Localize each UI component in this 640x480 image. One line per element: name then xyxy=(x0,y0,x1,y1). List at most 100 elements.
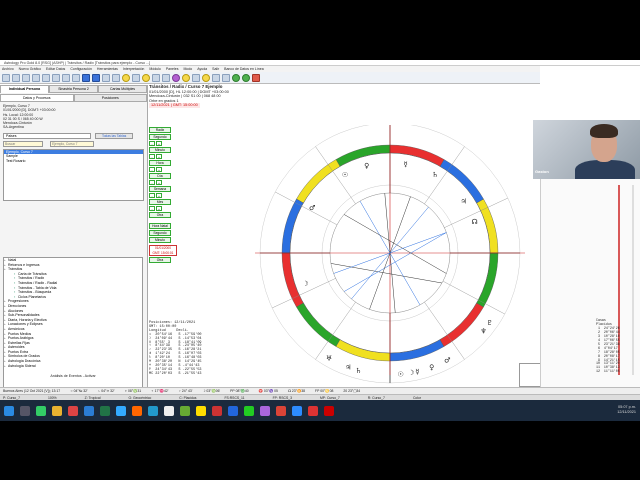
tab-posiciones[interactable]: Posiciones xyxy=(73,94,147,102)
step-fwd[interactable]: + xyxy=(156,141,162,146)
new-chart-icon[interactable] xyxy=(2,73,10,82)
min-fwd[interactable]: + xyxy=(156,154,162,159)
search-input[interactable]: Buscar xyxy=(3,140,43,147)
hour-button[interactable]: Hora xyxy=(149,160,171,166)
next-icon[interactable] xyxy=(232,73,240,82)
month-fwd[interactable]: + xyxy=(156,206,162,211)
planet-glyph: ♀ xyxy=(364,162,369,170)
planet-glyph: ☉ xyxy=(397,371,403,379)
hour-fwd[interactable]: + xyxy=(156,167,162,172)
natal-hour-button[interactable]: Hora Natal xyxy=(149,223,171,229)
star-icon[interactable] xyxy=(142,73,150,82)
app4-icon[interactable] xyxy=(132,405,142,416)
other-button[interactable]: Otra xyxy=(149,212,171,218)
bulb-icon[interactable] xyxy=(182,73,190,82)
planet-glyph: ♇ xyxy=(487,319,493,327)
planet-glyph: ☊ xyxy=(471,218,477,226)
event-analysis-button[interactable]: Análisis de Eventos - Activar xyxy=(3,372,143,381)
excel-icon[interactable] xyxy=(100,405,110,416)
list-item[interactable]: Test Rosario xyxy=(4,159,143,163)
tab-sinastria[interactable]: Sinastria Persona 2 xyxy=(49,85,98,93)
month-button[interactable]: Mes xyxy=(149,199,171,205)
person-data: Ejemplo, Curso 7 01/01/2000 [D], DGMT: +0… xyxy=(3,104,144,130)
radix-button[interactable]: Radix xyxy=(149,127,171,133)
app8-icon[interactable] xyxy=(228,405,238,416)
minute-button[interactable]: Minuto xyxy=(149,147,171,153)
help-icon[interactable] xyxy=(202,73,210,82)
app2-icon[interactable] xyxy=(68,405,78,416)
houses-table: Casas Placidus 1 24°24'26 2 20°06'44 3 1… xyxy=(596,318,620,374)
planet-glyph: ☽ xyxy=(408,369,414,377)
all-tables-button[interactable]: Todas las Tablas xyxy=(95,132,134,139)
whatsapp-icon[interactable] xyxy=(244,405,254,416)
app-icon[interactable] xyxy=(36,405,46,416)
word-icon[interactable] xyxy=(84,405,94,416)
wheel-icon[interactable] xyxy=(82,73,90,82)
astro-wheel[interactable]: ☉ ☽ ☿♀♂♃ ♄♅♆♇☊♃♄☿♀☉♂☽ xyxy=(250,125,530,385)
planet-glyph: ☿ xyxy=(415,368,419,376)
countries-combo[interactable]: Paises xyxy=(3,132,91,139)
other2-button[interactable]: Otra xyxy=(149,257,171,263)
print-icon[interactable] xyxy=(32,73,40,82)
app7-icon[interactable] xyxy=(196,405,206,416)
copy-icon[interactable] xyxy=(42,73,50,82)
app6-icon[interactable] xyxy=(180,405,190,416)
app11-icon[interactable] xyxy=(324,405,334,416)
planet-glyph: ♆ xyxy=(480,327,486,335)
day-back[interactable]: - xyxy=(149,180,155,185)
list-icon[interactable] xyxy=(102,73,110,82)
telegram-icon[interactable] xyxy=(148,405,158,416)
aspect-icon[interactable] xyxy=(162,73,170,82)
sun-icon[interactable] xyxy=(122,73,130,82)
folder-icon[interactable] xyxy=(52,405,62,416)
settings-icon[interactable] xyxy=(192,73,200,82)
tab-individual[interactable]: Individual Persona xyxy=(0,85,49,93)
moon-icon[interactable] xyxy=(132,73,140,82)
stop-icon[interactable] xyxy=(252,73,260,82)
save-icon[interactable] xyxy=(22,73,30,82)
month-back[interactable]: - xyxy=(149,206,155,211)
start-icon[interactable] xyxy=(4,405,14,416)
app5-icon[interactable] xyxy=(164,405,174,416)
day-fwd[interactable]: + xyxy=(156,180,162,185)
webcam-label: Gaston xyxy=(535,169,549,174)
second-button[interactable]: Segundo xyxy=(149,134,171,140)
app9-icon[interactable] xyxy=(260,405,270,416)
tree-item[interactable]: Astrología Sideral xyxy=(4,364,142,369)
zoom-out-icon[interactable] xyxy=(72,73,80,82)
tab-multiples[interactable]: Cartas Múltiples xyxy=(98,85,147,93)
chart-header: Tránsitos / Radix / Curso 7 Ejemplo 01/0… xyxy=(149,84,289,108)
filezilla-icon[interactable] xyxy=(212,405,222,416)
week-fwd[interactable]: + xyxy=(156,193,162,198)
edit-icon[interactable] xyxy=(52,73,60,82)
play-icon[interactable] xyxy=(242,73,250,82)
week-button[interactable]: Semana xyxy=(149,186,171,192)
search-icon[interactable] xyxy=(20,405,30,416)
zoom-icon[interactable] xyxy=(292,405,302,416)
min-back[interactable]: - xyxy=(149,154,155,159)
table-icon[interactable] xyxy=(112,73,120,82)
refresh-icon[interactable] xyxy=(222,73,230,82)
selected-name-field[interactable]: Ejemplo, Curso 7 xyxy=(50,140,95,147)
zoom-in-icon[interactable] xyxy=(62,73,70,82)
status-bar: Buenos Aires (12 Oct 2021 [V]); 13:17 ♃ 0… xyxy=(0,387,640,394)
tab-datos-procesos[interactable]: Datos y Procesos xyxy=(0,94,74,102)
taskbar: 05:07 p.m. 12/11/2021 xyxy=(0,400,640,421)
week-back[interactable]: - xyxy=(149,193,155,198)
chrome-icon[interactable] xyxy=(276,405,286,416)
app10-icon[interactable] xyxy=(308,405,318,416)
natal-datetime[interactable]: 01/01/2000 GMT: 15:00:01 xyxy=(149,245,177,256)
step-back[interactable]: - xyxy=(149,141,155,146)
planet-glyph: ♅ xyxy=(326,355,332,363)
day-button[interactable]: Día xyxy=(149,173,171,179)
color-icon[interactable] xyxy=(172,73,180,82)
info-icon[interactable] xyxy=(212,73,220,82)
planet-icon[interactable] xyxy=(152,73,160,82)
hour-back[interactable]: - xyxy=(149,167,155,172)
minute2-button[interactable]: Minuto xyxy=(149,237,171,243)
transit-positions: Posiciones: 12/11/2021 GMT: 15:00:00 Lon… xyxy=(149,321,202,376)
app3-icon[interactable] xyxy=(116,405,126,416)
second2-button[interactable]: Segundo xyxy=(149,230,171,236)
open-icon[interactable] xyxy=(12,73,20,82)
grid-icon[interactable] xyxy=(92,73,100,82)
